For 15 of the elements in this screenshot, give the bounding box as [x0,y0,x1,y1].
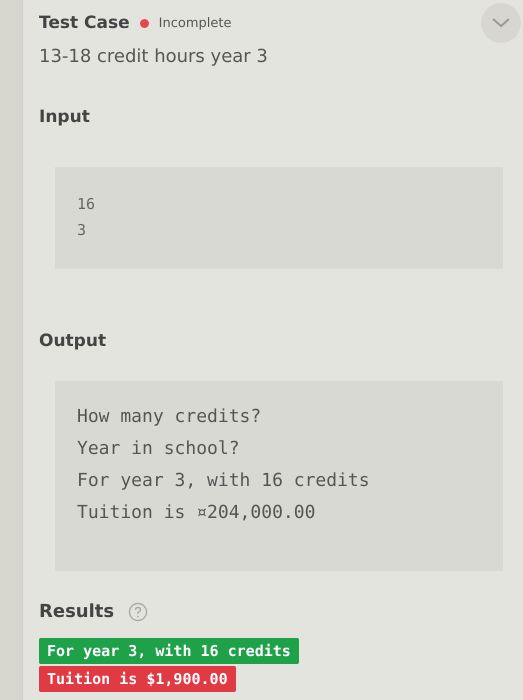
status-label: Incomplete [158,16,232,30]
section-label: Results [39,601,114,622]
output-line: For year 3, with 16 credits [77,469,371,493]
test-case-title: Test Case [39,13,130,33]
chevron-down-icon [491,17,511,29]
section-label: Input [39,107,91,127]
section-label: Output [39,331,108,351]
input-line: 3 [77,220,88,241]
expand-toggle[interactable] [481,3,521,43]
output-line: Tuition is ¤204,000.00 [77,501,316,525]
output-line: How many credits? [77,405,262,429]
test-case-description: 13-18 credit hours year 3 [39,46,269,67]
output-line: Year in school? [77,437,241,461]
input-line: 16 [77,194,96,215]
help-icon[interactable] [128,602,148,622]
